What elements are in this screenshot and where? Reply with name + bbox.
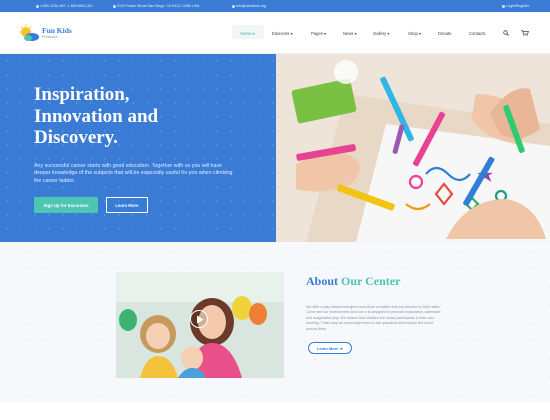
learn-more-button[interactable]: Learn More bbox=[106, 197, 148, 213]
cart-icon[interactable] bbox=[521, 30, 529, 36]
nav-shop[interactable]: Shop ▾ bbox=[408, 31, 421, 36]
topbar-phone[interactable]: 1-800-1234-567, 1-800-6541-321 bbox=[36, 4, 93, 8]
email-icon bbox=[232, 4, 235, 8]
nav-donate[interactable]: Donate bbox=[438, 31, 452, 36]
hero-section: Inspiration, Innovation and Discovery. A… bbox=[0, 54, 550, 242]
nav-pages[interactable]: Pages ▾ bbox=[311, 31, 326, 36]
about-video-thumbnail[interactable] bbox=[116, 272, 284, 378]
brand-tagline: Preschool bbox=[42, 35, 58, 39]
site-header: Fun Kids Preschool Home ▾ Elements ▾ Pag… bbox=[0, 12, 550, 54]
nav-gallery[interactable]: Gallery ▾ bbox=[373, 31, 390, 36]
hero-content-panel: Inspiration, Innovation and Discovery. A… bbox=[0, 54, 276, 242]
brand-name[interactable]: Fun Kids bbox=[42, 26, 72, 35]
hero-image bbox=[276, 54, 550, 242]
topbar-email[interactable]: info@demolink.org bbox=[232, 4, 266, 8]
top-info-bar: 1-800-1234-567, 1-800-6541-321 2130 Fult… bbox=[0, 0, 550, 12]
search-icon[interactable] bbox=[503, 30, 509, 36]
location-icon bbox=[113, 4, 116, 8]
user-icon bbox=[502, 4, 505, 8]
kids-drawing-illustration bbox=[276, 54, 550, 242]
about-description: We offer a play-based emergent curriculu… bbox=[306, 305, 441, 331]
nav-contacts[interactable]: Contacts bbox=[469, 31, 486, 36]
hero-title: Inspiration, Innovation and Discovery. bbox=[34, 84, 159, 148]
nav-home[interactable]: Home ▾ bbox=[240, 31, 254, 36]
about-title: About Our Center bbox=[306, 274, 401, 288]
about-section: About Our Center We offer a play-based e… bbox=[0, 242, 550, 402]
nav-news[interactable]: News ▾ bbox=[343, 31, 357, 36]
topbar-address: 2130 Fulton Street San Diego, CA 94117-1… bbox=[113, 4, 199, 8]
play-button[interactable] bbox=[190, 310, 208, 328]
topbar-login[interactable]: Login/Register bbox=[502, 4, 529, 8]
next-section-preview bbox=[0, 402, 550, 420]
logo-sun-cloud-icon[interactable] bbox=[18, 24, 40, 42]
play-icon bbox=[197, 315, 204, 324]
arrow-right-icon: ➜ bbox=[339, 345, 344, 351]
nav-elements[interactable]: Elements ▾ bbox=[272, 31, 293, 36]
about-learn-more-button[interactable]: Learn More ➜ bbox=[308, 342, 352, 354]
phone-icon bbox=[36, 4, 39, 8]
hero-description: Any successful career starts with good e… bbox=[34, 163, 233, 184]
sign-up-excursion-button[interactable]: Sign Up for Excursion bbox=[34, 197, 98, 213]
